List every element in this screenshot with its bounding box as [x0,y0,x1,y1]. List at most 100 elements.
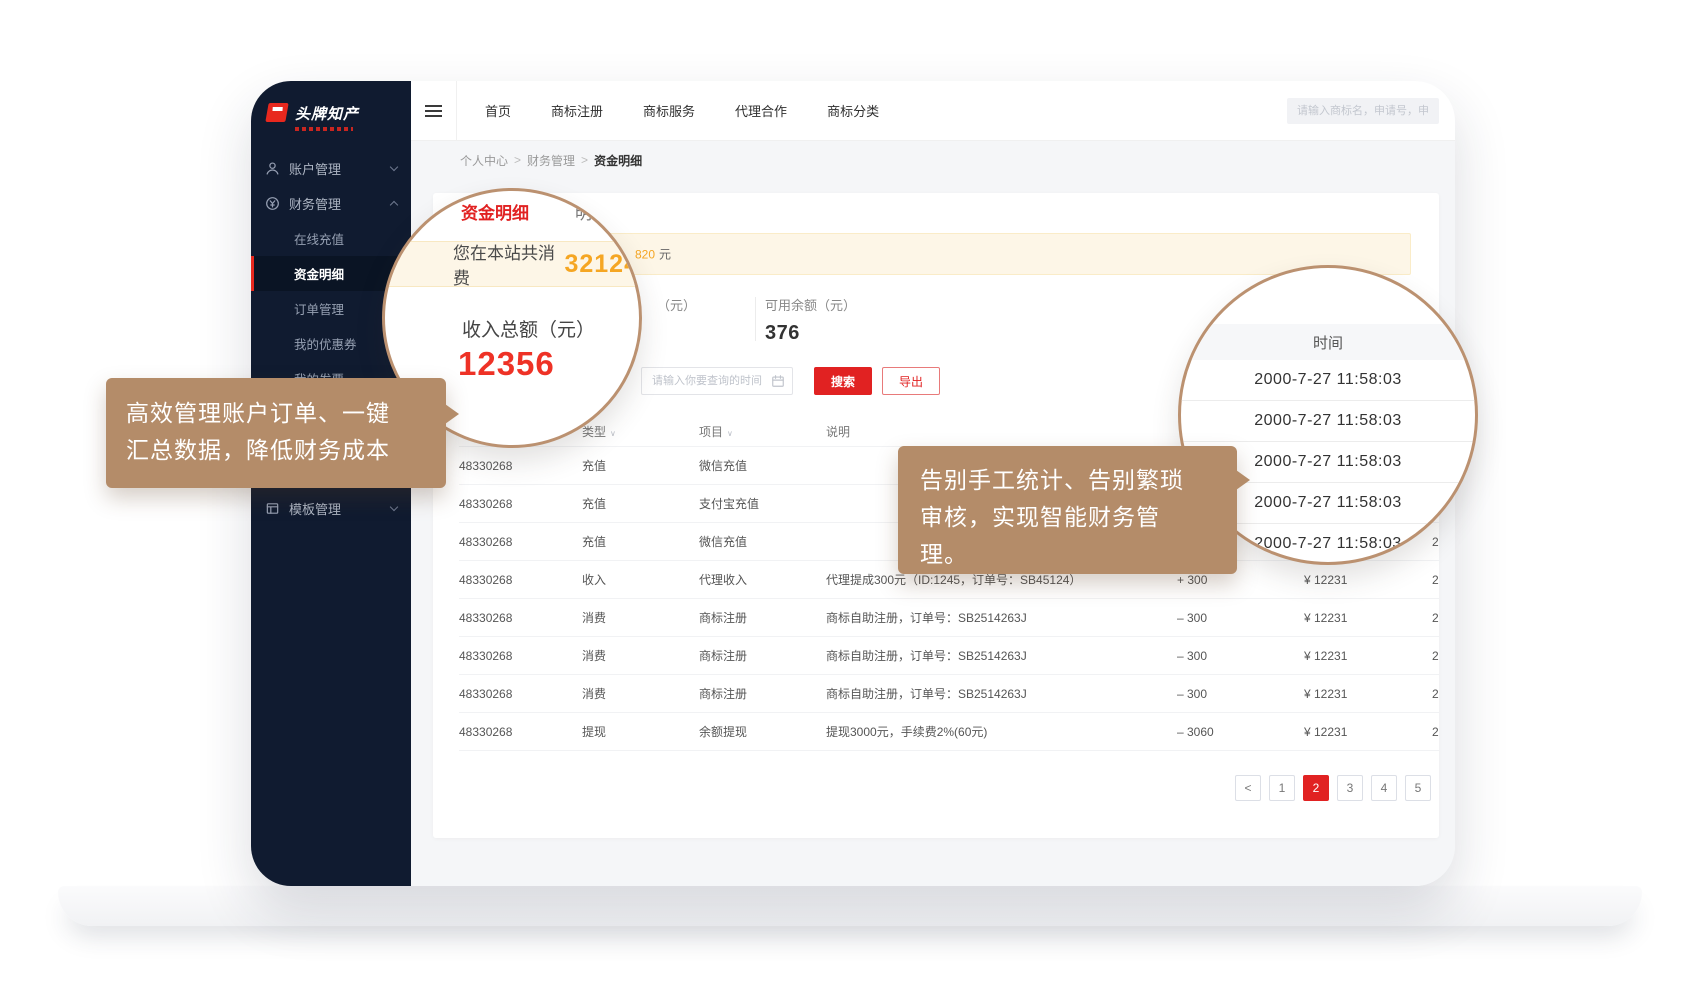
callout-text: 汇总数据，降低财务成本 [126,432,426,469]
cell-type: 充值 [582,457,699,474]
col-header-desc: 说明 [826,423,1177,440]
export-button[interactable]: 导出 [882,367,940,395]
cell-type: 提现 [582,723,699,740]
logo-title: 头牌知产 [295,103,359,124]
pagination-page-1[interactable]: 1 [1269,775,1295,801]
sidebar-item-account[interactable]: 账户管理 [251,151,411,186]
cell-amount: – 300 [1177,649,1304,663]
table-row: 48330268 提现 余额提现 提现3000元，手续费2%(60元) – 30… [459,713,1439,751]
callout-text: 审核，实现智能财务管 [920,499,1215,536]
cell-item: 商标注册 [699,647,826,664]
cell-time: 2000-7-27 11:58:03 [1432,573,1439,587]
breadcrumb-separator: > [581,153,588,167]
cell-order: 48330268 [459,497,582,511]
date-range-input[interactable] [641,367,793,395]
callout-arrow-icon [1236,470,1250,490]
cell-balance: ¥ 12231 [1304,649,1432,663]
pagination-page-2-active[interactable]: 2 [1303,775,1329,801]
nav-item-trademark-categories[interactable]: 商标分类 [827,101,879,120]
sort-caret-icon: ∨ [610,429,616,438]
cell-item: 代理收入 [699,571,826,588]
cell-type: 消费 [582,609,699,626]
cell-amount: + 300 [1177,573,1304,587]
cell-type: 收入 [582,571,699,588]
page: 头牌知产 账户管理 财务管理 [0,0,1696,1002]
cell-item: 微信充值 [699,457,826,474]
nav-item-trademark-register[interactable]: 商标注册 [551,101,603,120]
col-header-type[interactable]: 类型∨ [582,423,699,440]
breadcrumb-item[interactable]: 个人中心 [460,152,508,169]
cell-order: 48330268 [459,611,582,625]
stat-label: （元） [657,295,696,314]
cell-item: 微信充值 [699,533,826,550]
cell-type: 充值 [582,533,699,550]
cell-amount: – 300 [1177,611,1304,625]
logo-icon [265,103,288,122]
search-input[interactable] [1287,98,1439,124]
callout-right: 告别手工统计、告别繁琐 审核，实现智能财务管 理。 [898,446,1237,574]
table-row: 48330268 消费 商标注册 商标自助注册，订单号：SB2514263J –… [459,637,1439,675]
pagination-prev-button[interactable]: < [1235,775,1261,801]
finance-icon [265,196,280,211]
user-icon [265,161,280,176]
pagination-page-4[interactable]: 4 [1371,775,1397,801]
cell-time: 2000-7-27 11:58:03 [1432,687,1439,701]
cell-item: 商标注册 [699,609,826,626]
cell-balance: ¥ 12231 [1304,687,1432,701]
cell-desc: 商标自助注册，订单号：SB2514263J [826,685,1177,702]
magnified-tab-fragment: 明细 [575,199,609,224]
pagination-page-5[interactable]: 5 [1405,775,1431,801]
hamburger-icon [425,102,442,120]
sidebar-subitem-label: 在线充值 [294,229,344,248]
callout-arrow-icon [445,404,459,424]
search-button[interactable]: 搜索 [814,367,872,395]
cell-type: 消费 [582,647,699,664]
breadcrumb-separator: > [514,153,521,167]
sidebar-item-label: 账户管理 [289,159,391,178]
nav-item-agency[interactable]: 代理合作 [735,101,787,120]
breadcrumb-current: 资金明细 [594,152,642,169]
cell-desc: 商标自助注册，订单号：SB2514263J [826,609,1177,626]
logo-subtext [295,127,353,131]
col-header-item[interactable]: 项目∨ [699,423,826,440]
pagination-page-3[interactable]: 3 [1337,775,1363,801]
cell-time: 2000-7-27 11:58:03 [1432,725,1439,739]
callout-text: 高效管理账户订单、一键 [126,395,426,432]
sidebar-item-templates[interactable]: 模板管理 [251,491,411,526]
cell-type: 充值 [582,495,699,512]
table-row: 48330268 消费 商标注册 商标自助注册，订单号：SB2514263J –… [459,599,1439,637]
cell-item: 商标注册 [699,685,826,702]
stat-value: 376 [765,322,856,345]
topbar: 首页 商标注册 商标服务 代理合作 商标分类 [411,81,1455,141]
stat-divider [755,297,756,341]
top-navigation: 首页 商标注册 商标服务 代理合作 商标分类 [485,101,879,120]
cell-order: 48330268 [459,725,582,739]
cell-item: 支付宝充值 [699,495,826,512]
sidebar-item-finance[interactable]: 财务管理 [251,186,411,221]
stat-label: 可用余额（元） [765,295,856,314]
breadcrumb: 个人中心 > 财务管理 > 资金明细 [411,141,1455,179]
cell-balance: ¥ 12231 [1304,611,1432,625]
sidebar-subitem-label: 我的优惠券 [294,334,357,353]
magnified-tab-active: 资金明细 [461,199,529,224]
cell-balance: ¥ 12231 [1304,573,1432,587]
template-icon [265,501,280,516]
cell-amount: – 3060 [1177,725,1304,739]
nav-item-home[interactable]: 首页 [485,101,511,120]
hamburger-button[interactable] [411,81,457,140]
callout-text: 理。 [920,536,1215,573]
cell-order: 48330268 [459,687,582,701]
magnified-time-cell: 2000-7-27 11:58:03 [1181,360,1475,401]
stat-balance: 可用余额（元） 376 [765,295,856,345]
banner-unit: 元 [659,248,671,262]
breadcrumb-item[interactable]: 财务管理 [527,152,575,169]
cell-order: 48330268 [459,573,582,587]
nav-item-trademark-services[interactable]: 商标服务 [643,101,695,120]
sidebar-item-label: 财务管理 [289,194,391,213]
callout-text: 告别手工统计、告别繁琐 [920,462,1215,499]
stat-expense: （元） [657,295,696,322]
chevron-down-icon [390,503,398,511]
cell-time: 2000-7-27 11:58:03 [1432,649,1439,663]
magnified-time-header: 时间 [1181,324,1475,360]
pagination: < 1 2 3 4 5 [459,775,1439,801]
